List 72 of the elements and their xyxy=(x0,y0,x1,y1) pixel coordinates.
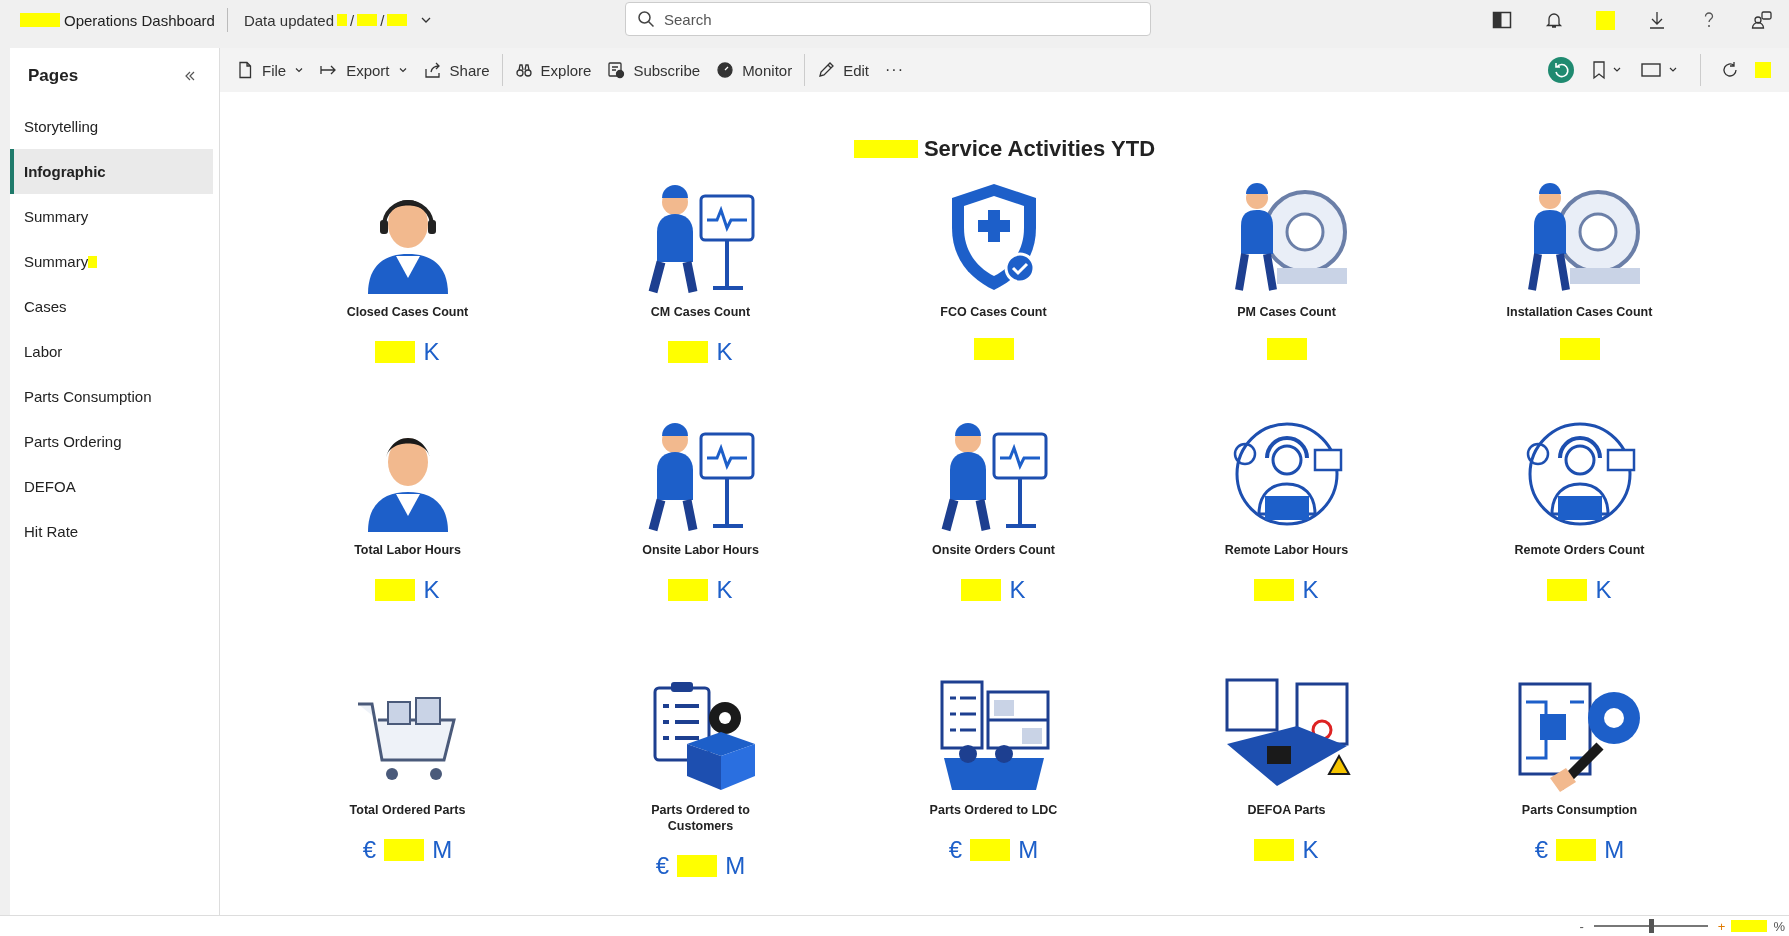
card-label: Installation Cases Count xyxy=(1506,304,1653,320)
collapse-icon[interactable] xyxy=(183,69,197,83)
zoom-reading: % xyxy=(1773,918,1785,934)
unit-suffix: K xyxy=(716,576,733,604)
unit-suffix: K xyxy=(716,338,733,366)
notification-icon[interactable] xyxy=(1544,10,1564,30)
share-icon xyxy=(423,61,442,79)
card-label: Remote Orders Count xyxy=(1514,542,1645,558)
page-tab[interactable]: DEFOA xyxy=(24,478,76,495)
binoculars-icon xyxy=(514,61,533,79)
card-label: CM Cases Count xyxy=(650,304,751,320)
zoom-out-button[interactable]: - xyxy=(1579,918,1584,934)
pages-heading: Pages xyxy=(28,66,79,86)
unit-suffix: K xyxy=(423,338,440,366)
card-label: PM Cases Count xyxy=(1237,304,1336,320)
unit-suffix: K xyxy=(1009,576,1026,604)
card-label: FCO Cases Count xyxy=(940,304,1047,320)
more-button[interactable]: ··· xyxy=(877,57,912,83)
card-label: Onsite Labor Hours xyxy=(642,542,759,558)
page-tab[interactable]: Parts Ordering xyxy=(24,433,122,450)
toolbar-button[interactable]: Subscribe xyxy=(599,57,709,83)
toolbar-button[interactable]: Monitor xyxy=(708,57,801,83)
page-tab[interactable]: Storytelling xyxy=(24,118,99,135)
card-label: Closed Cases Count xyxy=(346,304,469,320)
currency-symbol: € xyxy=(948,836,963,864)
feedback-icon[interactable] xyxy=(1751,10,1773,30)
page-tab[interactable]: Hit Rate xyxy=(24,523,79,540)
card-label: Total Labor Hours xyxy=(354,542,461,558)
report-heading: Service Activities YTD xyxy=(923,136,1156,162)
toolbar-button[interactable]: Export xyxy=(312,57,416,83)
download-icon[interactable] xyxy=(1647,10,1667,30)
card-label: Onsite Orders Count xyxy=(932,542,1055,558)
page-tab[interactable]: Cases xyxy=(24,298,67,315)
caret-icon xyxy=(397,65,408,75)
unit-suffix: M xyxy=(432,836,453,864)
redaction-block xyxy=(1755,62,1771,78)
card-label: Total Ordered Parts xyxy=(349,802,466,818)
page-tab[interactable]: Labor xyxy=(24,343,63,360)
currency-symbol: € xyxy=(655,852,670,880)
gauge-icon xyxy=(716,61,735,79)
caret-icon xyxy=(294,65,305,75)
unit-suffix: K xyxy=(423,576,440,604)
reset-icon[interactable] xyxy=(1548,57,1574,83)
unit-suffix: K xyxy=(1595,576,1612,604)
report-title: Operations Dashboard xyxy=(64,11,215,29)
data-updated-dropdown[interactable]: Data updated / / xyxy=(239,9,437,31)
toolbar-button[interactable]: Explore xyxy=(506,57,600,83)
page-tab[interactable]: Infographic xyxy=(24,163,106,180)
unit-suffix: K xyxy=(1302,836,1319,864)
currency-symbol: € xyxy=(362,836,377,864)
search-field[interactable]: Search xyxy=(625,2,1151,36)
page-tab[interactable]: Parts Consumption xyxy=(24,388,152,405)
card-label: Parts Ordered to LDC xyxy=(929,802,1058,818)
unit-suffix: M xyxy=(1604,836,1625,864)
card-label: Remote Labor Hours xyxy=(1224,542,1349,558)
panel-icon[interactable] xyxy=(1492,10,1512,30)
page-tab[interactable]: Summary xyxy=(24,208,89,225)
toolbar-button[interactable]: Edit xyxy=(809,57,877,83)
refresh-icon[interactable] xyxy=(1721,61,1739,79)
unit-suffix: K xyxy=(1302,576,1319,604)
document-icon xyxy=(236,61,254,79)
toolbar-button[interactable]: File xyxy=(228,57,313,83)
card-label: Parts Consumption xyxy=(1521,802,1638,818)
card-label: Parts Ordered to Customers xyxy=(650,802,751,834)
unit-suffix: M xyxy=(725,852,746,880)
subscribe-icon xyxy=(607,61,626,79)
page-tab[interactable]: Summary xyxy=(24,253,89,270)
toolbar-button[interactable]: Share xyxy=(415,57,498,83)
currency-symbol: € xyxy=(1534,836,1549,864)
unit-suffix: M xyxy=(1018,836,1039,864)
card-label: DEFOA Parts xyxy=(1247,802,1326,818)
pencil-icon xyxy=(817,61,836,79)
